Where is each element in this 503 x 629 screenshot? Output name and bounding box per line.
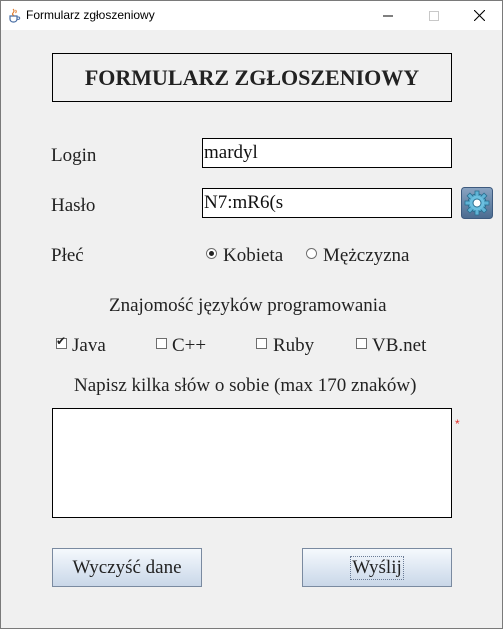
- window-title: Formularz zgłoszeniowy: [26, 8, 155, 22]
- checkbox-vbnet-label[interactable]: VB.net: [372, 336, 426, 355]
- about-label: Napisz kilka słów o sobie (max 170 znakó…: [74, 375, 417, 396]
- checkbox-java-label[interactable]: Java: [72, 336, 106, 355]
- application-window: Formularz zgłoszeniowy FORMULARZ ZGŁOSZE…: [0, 0, 503, 629]
- gender-label: Płeć: [51, 245, 84, 266]
- gear-icon: [461, 187, 493, 219]
- radio-kobieta[interactable]: [206, 248, 217, 259]
- password-input[interactable]: N7:mR6(s: [202, 188, 452, 218]
- languages-heading: Znajomość języków programowania: [109, 295, 387, 316]
- close-button[interactable]: [456, 1, 502, 30]
- login-label: Login: [51, 145, 97, 166]
- login-input[interactable]: mardyl: [202, 138, 452, 168]
- generate-password-button[interactable]: [461, 187, 493, 219]
- form-header: FORMULARZ ZGŁOSZENIOWY: [52, 53, 452, 102]
- form-header-text: FORMULARZ ZGŁOSZENIOWY: [84, 64, 420, 90]
- title-bar[interactable]: Formularz zgłoszeniowy: [1, 1, 502, 30]
- send-button-label: Wyślij: [350, 555, 404, 580]
- checkbox-java[interactable]: ✔: [56, 334, 67, 349]
- checkbox-cpp[interactable]: [156, 338, 167, 349]
- java-cup-icon: [9, 8, 21, 23]
- radio-mezczyzna-label[interactable]: Mężczyzna: [323, 246, 410, 265]
- password-input-value: N7:mR6(s: [204, 192, 284, 213]
- send-button[interactable]: Wyślij: [302, 548, 452, 587]
- minimize-button[interactable]: [365, 1, 411, 30]
- radio-kobieta-label[interactable]: Kobieta: [223, 246, 283, 265]
- radio-mezczyzna[interactable]: [306, 248, 317, 259]
- maximize-icon: [429, 10, 439, 21]
- checkmark-icon: ✔: [56, 334, 67, 348]
- maximize-button[interactable]: [411, 1, 457, 30]
- close-icon: [473, 10, 485, 21]
- checkbox-ruby-label[interactable]: Ruby: [273, 336, 314, 355]
- required-marker: *: [455, 417, 460, 431]
- checkbox-cpp-label[interactable]: C++: [172, 336, 206, 355]
- login-input-value: mardyl: [204, 142, 258, 163]
- clear-button-label: Wyczyść dane: [72, 556, 182, 578]
- minimize-icon: [383, 15, 393, 16]
- clear-button[interactable]: Wyczyść dane: [52, 548, 202, 587]
- checkbox-ruby[interactable]: [256, 338, 267, 349]
- checkbox-vbnet[interactable]: [356, 338, 367, 349]
- password-label: Hasło: [51, 195, 96, 216]
- about-textarea[interactable]: [52, 408, 452, 518]
